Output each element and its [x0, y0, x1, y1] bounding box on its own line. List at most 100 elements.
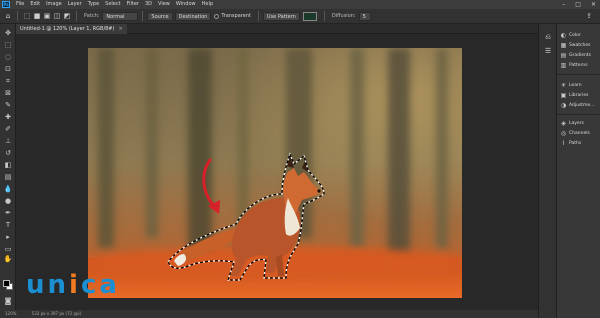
watermark-part-3: ca: [80, 270, 120, 300]
dodge-tool-icon[interactable]: ●: [3, 196, 13, 206]
panel-gradients[interactable]: ▤ Gradients: [557, 50, 600, 60]
move-tool-icon[interactable]: ✥: [3, 28, 13, 38]
panel-patterns[interactable]: ▥ Patterns: [557, 60, 600, 70]
marquee-tool-icon[interactable]: ⬚: [3, 40, 13, 50]
blur-tool-icon[interactable]: 💧: [3, 184, 13, 194]
minimize-icon[interactable]: –: [562, 0, 565, 9]
fox-photo[interactable]: [88, 48, 462, 298]
layers-icon: ◈: [561, 119, 566, 127]
document-tab-title: Untitled-1 @ 120% (Layer 1, RGB/8#): [20, 26, 115, 32]
options-bar: ⌂ ⬚ ■ ▣ ◫ ◩ Patch: Normal Source Destina…: [0, 9, 600, 24]
panel-label: Libraries: [569, 92, 589, 98]
crop-tool-icon[interactable]: ⌗: [3, 76, 13, 86]
divider: [17, 11, 18, 21]
history-icon[interactable]: ⎌: [543, 32, 553, 42]
color-swatches[interactable]: [3, 280, 13, 290]
hand-tool-icon[interactable]: ✋: [3, 254, 13, 264]
panel-label: Color: [569, 32, 581, 38]
path-selection-tool-icon[interactable]: ▸: [3, 232, 13, 242]
menu-3d[interactable]: 3D: [142, 0, 155, 9]
patch-tool-icon[interactable]: ⬚: [22, 11, 32, 21]
eyedropper-tool-icon[interactable]: ✎: [3, 100, 13, 110]
lasso-tool-icon[interactable]: ◌: [3, 52, 13, 62]
patterns-icon: ▥: [560, 61, 567, 69]
menu-edit[interactable]: Edit: [27, 0, 43, 9]
panel-libraries[interactable]: ▣ Libraries: [557, 90, 600, 100]
source-toggle[interactable]: Source: [147, 11, 173, 21]
menu-type[interactable]: Type: [85, 0, 102, 9]
home-icon[interactable]: ⌂: [3, 11, 13, 21]
document-info: 533 px x 397 px (72 ppi): [31, 311, 82, 316]
selection-intersect-icon[interactable]: ◩: [62, 11, 72, 21]
learn-icon: ☀: [560, 81, 567, 89]
menu-file[interactable]: File: [13, 0, 27, 9]
panel-icon-strip: ⎌ ☰: [538, 24, 556, 318]
patch-label: Patch:: [84, 13, 100, 19]
watermark-part-2: i: [69, 270, 81, 300]
share-icon[interactable]: ⇪: [584, 11, 594, 21]
selection-subtract-icon[interactable]: ◫: [52, 11, 62, 21]
clone-stamp-tool-icon[interactable]: ⊥: [3, 136, 13, 146]
panel-label: Paths: [569, 140, 582, 146]
document-tab[interactable]: Untitled-1 @ 120% (Layer 1, RGB/8#) ×: [16, 24, 127, 34]
type-tool-icon[interactable]: T: [3, 220, 13, 230]
close-window-icon[interactable]: ✕: [591, 0, 596, 9]
quick-mask-icon[interactable]: ◙: [3, 296, 13, 306]
channels-icon: ◎: [560, 129, 567, 137]
menu-help[interactable]: Help: [199, 0, 216, 9]
photoshop-logo-icon: Ps: [2, 1, 10, 8]
panel-label: Patterns: [569, 62, 588, 68]
menu-image[interactable]: Image: [43, 0, 65, 9]
menu-view[interactable]: View: [155, 0, 173, 9]
document-canvas[interactable]: [88, 48, 462, 298]
diffusion-input[interactable]: 5: [358, 11, 371, 21]
brush-tool-icon[interactable]: ✐: [3, 124, 13, 134]
shape-tool-icon[interactable]: ▭: [3, 244, 13, 254]
maximize-icon[interactable]: □: [575, 0, 581, 9]
gradients-icon: ▤: [560, 51, 567, 59]
object-select-tool-icon[interactable]: ⊡: [3, 64, 13, 74]
panel-swatches[interactable]: ▦ Swatches: [557, 40, 600, 50]
panel-paths[interactable]: ⌇ Paths: [557, 138, 600, 148]
divider: [323, 11, 325, 21]
adjustments-icon: ◑: [560, 101, 567, 109]
properties-icon[interactable]: ☰: [543, 46, 553, 56]
layers-panel-group: ◈ Layers ◎ Channels ⌇ Paths: [557, 118, 600, 148]
panel-learn[interactable]: ☀ Learn: [557, 80, 600, 90]
divider: [257, 11, 259, 21]
menu-select[interactable]: Select: [102, 0, 123, 9]
zoom-level[interactable]: 120%: [5, 311, 16, 316]
patch-mode-select[interactable]: Normal: [102, 11, 139, 21]
transparent-checkbox-box: [214, 13, 220, 19]
color-panel-group: ◐ Color ▦ Swatches ▤ Gradients ▥ Patterns: [557, 30, 600, 70]
panel-layers[interactable]: ◈ Layers: [557, 118, 600, 128]
eraser-tool-icon[interactable]: ◧: [3, 160, 13, 170]
transparent-checkbox[interactable]: Transparent: [214, 13, 251, 19]
panel-label: Channels: [569, 130, 590, 136]
menu-filter[interactable]: Filter: [124, 0, 142, 9]
panel-label: Adjustme...: [569, 102, 595, 108]
pattern-picker[interactable]: [302, 11, 317, 21]
healing-brush-tool-icon[interactable]: ✚: [3, 112, 13, 122]
pen-tool-icon[interactable]: ✒: [3, 208, 13, 218]
frame-tool-icon[interactable]: ⊠: [3, 88, 13, 98]
gradient-tool-icon[interactable]: ▤: [3, 172, 13, 182]
close-tab-icon[interactable]: ×: [118, 26, 122, 32]
use-pattern-button[interactable]: Use Pattern: [262, 11, 300, 21]
selection-new-icon[interactable]: ■: [32, 11, 42, 21]
panel-label: Gradients: [569, 52, 591, 58]
watermark-part-1: un: [26, 270, 70, 300]
menu-window[interactable]: Window: [173, 0, 199, 9]
menu-bar: Ps File Edit Image Layer Type Select Fil…: [0, 0, 600, 9]
history-brush-tool-icon[interactable]: ↺: [3, 148, 13, 158]
panel-color[interactable]: ◐ Color: [557, 30, 600, 40]
foreground-color[interactable]: [3, 280, 10, 287]
selection-add-icon[interactable]: ▣: [42, 11, 52, 21]
canvas-area[interactable]: [16, 34, 538, 310]
panel-adjustments[interactable]: ◑ Adjustme...: [557, 100, 600, 110]
menu-layer[interactable]: Layer: [65, 0, 85, 9]
unica-watermark-logo: unica: [26, 270, 120, 300]
destination-toggle[interactable]: Destination: [174, 11, 212, 21]
panel-channels[interactable]: ◎ Channels: [557, 128, 600, 138]
divider: [76, 11, 77, 21]
